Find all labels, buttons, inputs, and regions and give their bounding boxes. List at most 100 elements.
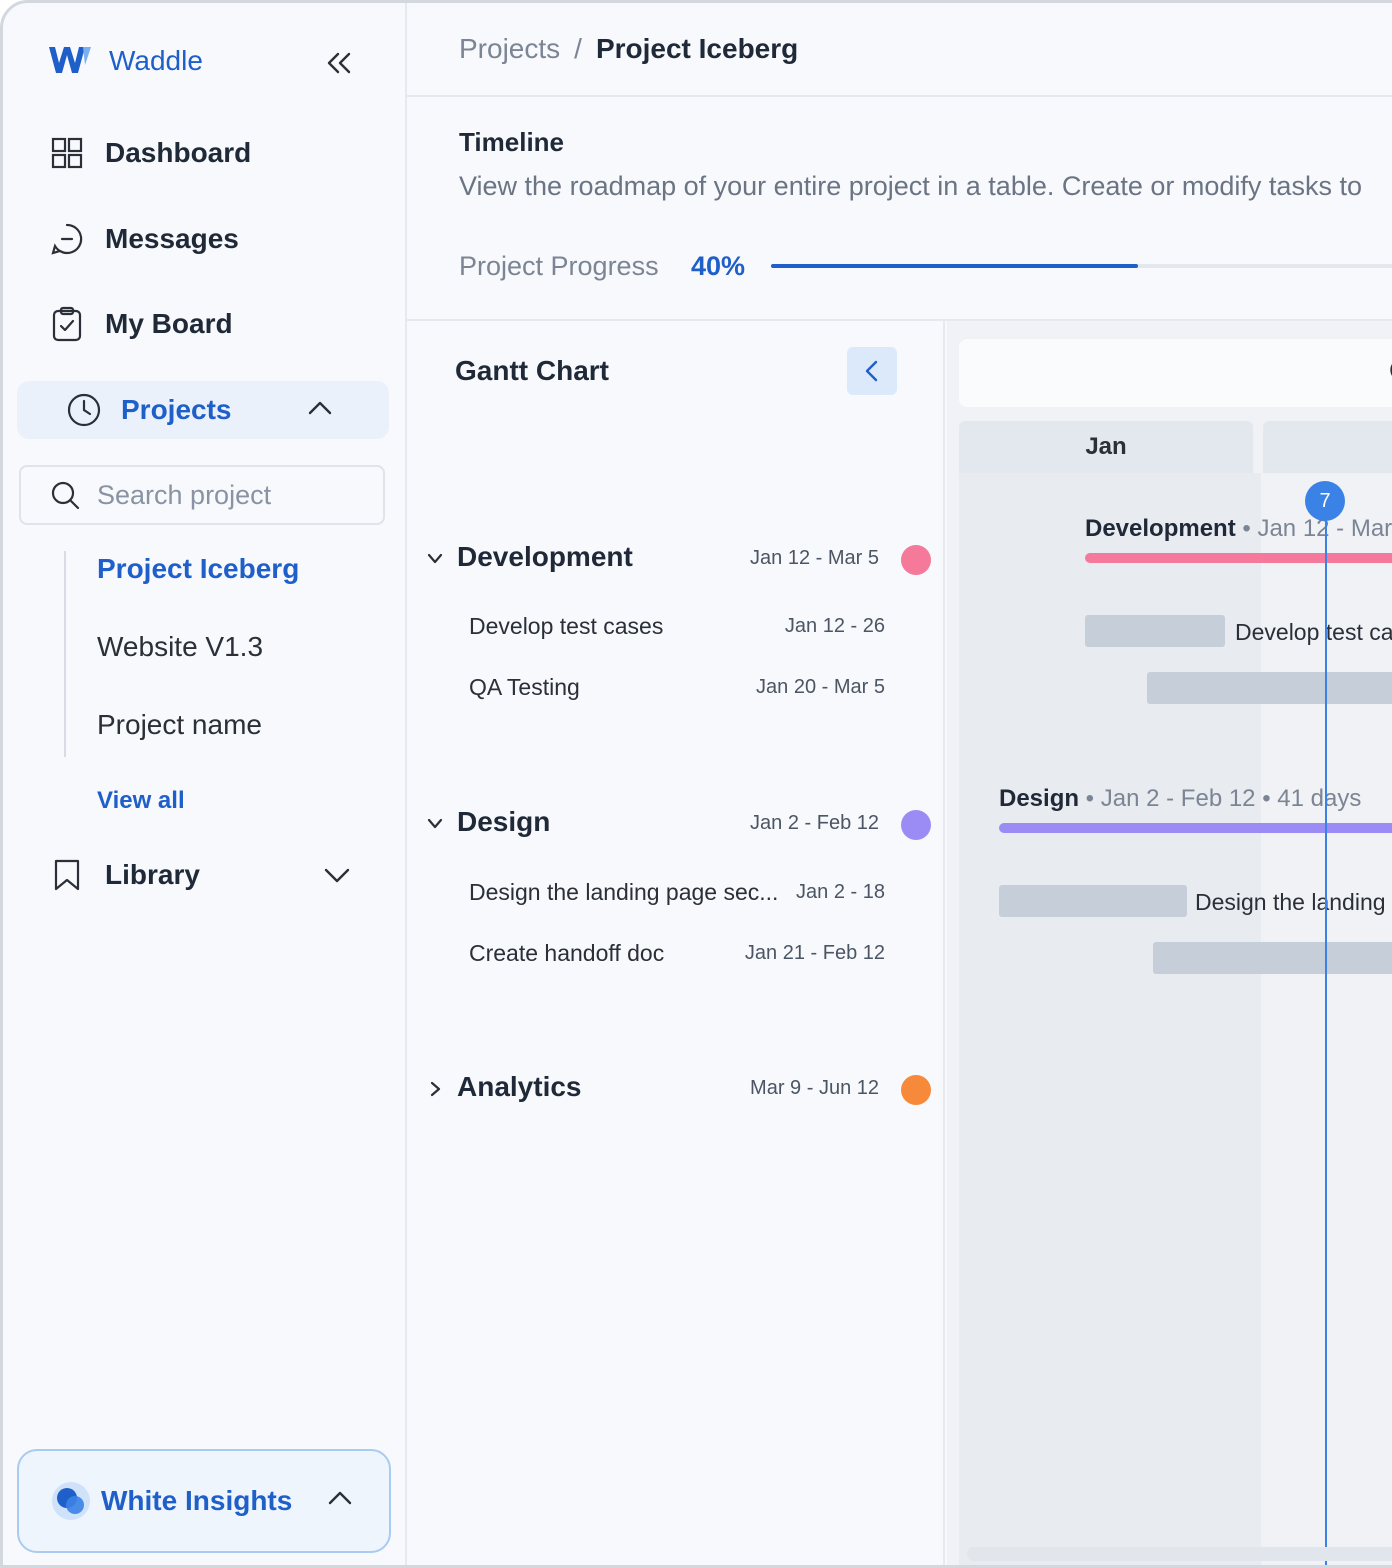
- search-project-input[interactable]: [97, 479, 357, 511]
- group-bar-development[interactable]: [1085, 553, 1392, 563]
- group-row-design[interactable]: Design Jan 2 - Feb 12: [407, 806, 945, 846]
- clock-icon: [65, 391, 103, 429]
- task-dates: Jan 20 - Mar 5: [756, 676, 885, 698]
- task-row[interactable]: QA Testing Jan 20 - Mar 5: [469, 674, 885, 708]
- group-name: Development: [457, 541, 633, 572]
- sidebar-item-messages[interactable]: Messages: [49, 213, 239, 265]
- view-all-link[interactable]: View all: [97, 787, 185, 815]
- chevron-up-icon[interactable]: [327, 1485, 353, 1516]
- task-bar-label: Design the landing: [1195, 889, 1386, 915]
- group-dates: Jan 2 - Feb 12: [750, 812, 879, 834]
- group-dates: Jan 12 - Mar 5: [750, 547, 879, 569]
- bar-group-name: Development: [1085, 515, 1236, 542]
- task-name: Design the landing page sec...: [469, 879, 779, 905]
- double-chevron-left-icon: [327, 52, 351, 74]
- sidebar-item-dashboard[interactable]: Dashboard: [49, 127, 251, 179]
- chevron-down-icon[interactable]: [425, 814, 445, 834]
- progress-bar: [771, 264, 1392, 268]
- insights-orb-icon: [51, 1481, 91, 1521]
- task-row[interactable]: Design the landing page sec... Jan 2 - 1…: [469, 879, 885, 913]
- logo[interactable]: Waddle: [47, 43, 203, 79]
- chevron-up-icon[interactable]: [307, 395, 333, 426]
- group-name: Analytics: [457, 1071, 582, 1102]
- sidebar-item-label: Projects: [121, 394, 232, 425]
- task-bar[interactable]: [1147, 672, 1392, 704]
- group-dates: Mar 9 - Jun 12: [750, 1077, 879, 1099]
- page-title: Timeline: [459, 127, 565, 157]
- progress-percent: 40%: [691, 251, 746, 281]
- task-bar[interactable]: [1085, 615, 1225, 647]
- bar-duration: 41 days: [1277, 785, 1362, 812]
- gantt-collapse-button[interactable]: [847, 347, 897, 395]
- sidebar: Waddle Dashboard Messages My Board Proje…: [3, 3, 407, 1565]
- bar-group-name: Design: [999, 785, 1080, 812]
- task-bar[interactable]: [1153, 942, 1392, 974]
- sidebar-item-projects[interactable]: Projects: [17, 381, 389, 439]
- gantt-title: Gantt Chart: [455, 355, 609, 386]
- task-name: Develop test cases: [469, 613, 664, 639]
- chevron-right-icon[interactable]: [425, 1079, 445, 1099]
- app-name: Waddle: [109, 45, 203, 76]
- breadcrumb-separator: /: [574, 33, 582, 64]
- bookmark-icon: [49, 857, 85, 893]
- group-color-dot: [901, 1075, 931, 1105]
- task-name: QA Testing: [469, 674, 580, 700]
- task-bar-label: Develop test ca: [1235, 619, 1392, 645]
- breadcrumb-current: Project Iceberg: [595, 33, 799, 64]
- month-header-feb: F: [1263, 421, 1392, 473]
- today-badge: 7: [1305, 481, 1345, 521]
- group-bar-label: Development • Jan 12 - Mar: [1085, 515, 1392, 542]
- project-link-project-name[interactable]: Project name: [97, 709, 262, 741]
- search-icon: [49, 479, 81, 511]
- task-row[interactable]: Create handoff doc Jan 21 - Feb 12: [469, 940, 885, 974]
- sidebar-item-label: My Board: [105, 308, 233, 339]
- group-row-analytics[interactable]: Analytics Mar 9 - Jun 12: [407, 1071, 945, 1111]
- page-description: View the roadmap of your entire project …: [459, 171, 1362, 201]
- chevron-left-icon: [865, 360, 878, 382]
- horizontal-scrollbar[interactable]: [967, 1547, 1392, 1561]
- project-link-iceberg[interactable]: Project Iceberg: [97, 553, 299, 585]
- project-link-website[interactable]: Website V1.3: [97, 631, 263, 663]
- white-insights-panel[interactable]: White Insights: [17, 1449, 391, 1553]
- header-divider: [407, 95, 1392, 97]
- group-color-dot: [901, 810, 931, 840]
- task-dates: Jan 12 - 26: [784, 615, 885, 637]
- app-window: Waddle Dashboard Messages My Board Proje…: [0, 0, 1392, 1568]
- group-row-development[interactable]: Development Jan 12 - Mar 5: [407, 541, 945, 581]
- sidebar-item-my-board[interactable]: My Board: [49, 298, 233, 350]
- clipboard-check-icon: [49, 306, 85, 342]
- gantt-task-list: Gantt Chart Development Jan 12 - Mar 5 D…: [407, 321, 945, 1565]
- main-content: Projects / Project Iceberg Timeline View…: [407, 3, 1392, 1565]
- group-bar-label: Design • Jan 2 - Feb 12 • 41 days: [999, 785, 1362, 812]
- sidebar-item-label: Library: [105, 859, 200, 890]
- bar-dates: Jan 2 - Feb 12: [1100, 785, 1256, 812]
- chat-icon: [49, 221, 85, 257]
- sidebar-item-label: Dashboard: [105, 137, 252, 168]
- search-project-field[interactable]: [19, 465, 385, 525]
- waddle-logo-icon: [49, 47, 91, 73]
- task-name: Create handoff doc: [469, 940, 665, 966]
- group-name: Design: [457, 806, 551, 837]
- breadcrumb-parent[interactable]: Projects: [459, 33, 560, 65]
- chart-header: [959, 339, 1392, 407]
- group-bar-design[interactable]: [999, 823, 1392, 833]
- task-dates: Jan 21 - Feb 12: [744, 942, 885, 964]
- collapse-sidebar-button[interactable]: [321, 45, 357, 81]
- insights-label: White Insights: [101, 1485, 293, 1516]
- subnav-divider: [64, 551, 66, 757]
- sidebar-item-library[interactable]: Library: [49, 849, 200, 901]
- progress-bar-fill: [771, 264, 1139, 268]
- breadcrumb: Projects / Project Iceberg: [459, 33, 798, 65]
- group-color-dot: [901, 545, 931, 575]
- grid-icon: [49, 135, 85, 171]
- task-dates: Jan 2 - 18: [796, 881, 885, 903]
- today-line: [1325, 501, 1327, 1565]
- progress-label: Project Progress: [459, 251, 659, 281]
- chevron-down-icon[interactable]: [425, 549, 445, 569]
- task-row[interactable]: Develop test cases Jan 12 - 26: [469, 613, 885, 647]
- sidebar-item-label: Messages: [105, 223, 239, 254]
- month-header-jan: Jan: [959, 421, 1253, 473]
- task-bar[interactable]: [999, 885, 1187, 917]
- library-chevron-down-icon[interactable]: [323, 863, 351, 892]
- gantt-chart: C Jan F Development • Jan 12 - Mar Devel…: [947, 321, 1392, 1565]
